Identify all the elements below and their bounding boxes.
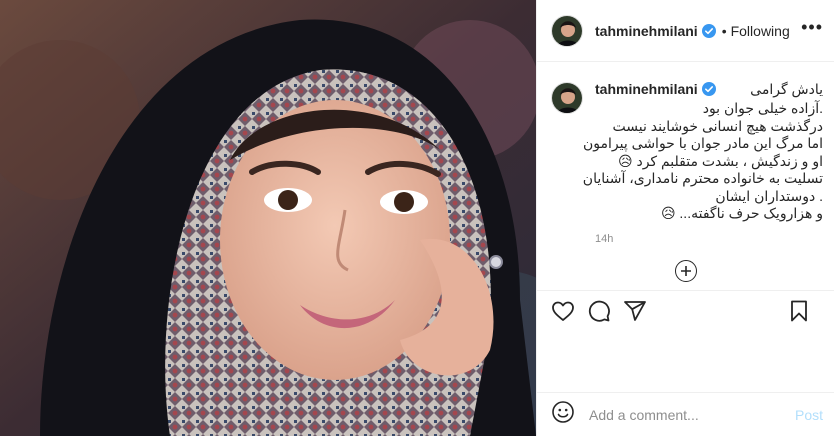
post-caption: tahminehmilani یادش گرامی .آزاده خیلی جو…: [551, 78, 823, 245]
emoji-icon[interactable]: [551, 400, 575, 429]
caption-username[interactable]: tahminehmilani: [595, 81, 698, 97]
caption-line: تسلیت به خانواده محترم نامداری، آشنایان: [582, 170, 823, 186]
caption-line: او و زندگیش ، بشدت متقلبم کرد 😥: [617, 152, 823, 169]
caption-avatar[interactable]: [551, 82, 583, 114]
action-bar: [537, 290, 834, 330]
avatar-image: [552, 15, 582, 46]
caption-line: درگذشت هیچ انسانی خوشایند نیست: [612, 117, 823, 134]
caption-line: . دوستداران ایشان: [715, 187, 823, 204]
header-username[interactable]: tahminehmilani: [595, 23, 698, 39]
post-comment-button[interactable]: Post: [795, 407, 823, 423]
caption-line: یادش گرامی: [750, 80, 823, 97]
verified-badge-icon: [701, 23, 716, 38]
paper-plane-icon[interactable]: [623, 299, 647, 323]
plus-circle-icon[interactable]: [675, 260, 697, 282]
heart-icon[interactable]: [551, 299, 575, 323]
comment-input[interactable]: [589, 406, 779, 423]
caption-line: .آزاده خیلی جوان بود: [702, 100, 823, 116]
following-button[interactable]: Following: [731, 23, 790, 39]
post-side-panel: tahminehmilani • Following ••• tahminehm…: [536, 0, 834, 436]
avatar[interactable]: [551, 14, 583, 47]
caption-line: و هزارویک حرف ناگفته... 😥: [660, 205, 823, 221]
caption-text: .آزاده خیلی جوان بود درگذشت هیچ انسانی خ…: [582, 100, 823, 223]
header-separator: •: [721, 22, 727, 39]
post-timestamp[interactable]: 14h: [595, 233, 823, 245]
verified-badge-icon: [701, 82, 716, 96]
portrait-image: [0, 0, 536, 436]
comment-icon[interactable]: [587, 299, 611, 323]
avatar-image: [552, 83, 582, 113]
comment-box: Post: [537, 392, 834, 436]
bookmark-icon[interactable]: [787, 299, 811, 323]
post-header: tahminehmilani • Following •••: [537, 0, 834, 62]
post-photo[interactable]: [0, 0, 536, 436]
caption-line: اما مرگ این مادر جوان با حواشی پیرامون: [583, 135, 823, 151]
more-horizontal-icon[interactable]: •••: [801, 18, 823, 36]
